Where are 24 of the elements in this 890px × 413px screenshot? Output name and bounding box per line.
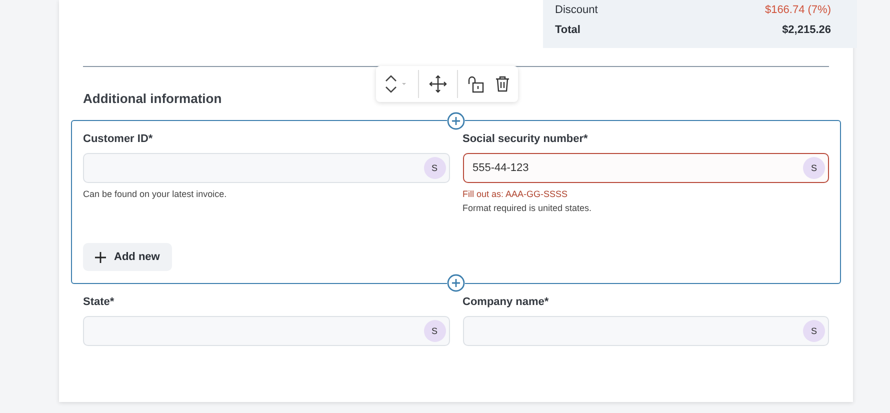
move-icon[interactable]: [429, 75, 447, 93]
add-new-button[interactable]: Add new: [83, 243, 172, 271]
discount-amount: $166.74 (7%): [764, 4, 831, 16]
section-container[interactable]: Customer ID* S Can be found on your latest invoice. Social security number* 555-44-123 S Fill out as: AAA-GG-SSSS Format required is united states. Add new: [71, 120, 841, 284]
input-field[interactable]: [83, 153, 450, 183]
add-icon[interactable]: [447, 112, 465, 130]
reorder-icon[interactable]: [384, 75, 408, 93]
helper-text: Format required is united states.: [462, 203, 593, 213]
field-label: State*: [83, 296, 116, 308]
unlock-icon[interactable]: [468, 76, 485, 92]
plus-icon: [95, 252, 106, 262]
input-field[interactable]: [462, 316, 829, 346]
helper-text: Can be found on your latest invoice.: [83, 189, 228, 199]
field-label: Social security number*: [462, 133, 589, 145]
summary-label: Discount: [555, 4, 598, 16]
total-amount: $2,215.26: [782, 24, 831, 36]
add-icon[interactable]: [447, 274, 465, 292]
error-message: Fill out as: AAA-GG-SSSS: [462, 189, 569, 199]
input-field[interactable]: [83, 316, 450, 346]
field-label: Customer ID*: [83, 133, 154, 145]
section-heading: Additional information: [83, 91, 223, 106]
trash-icon[interactable]: [495, 76, 510, 92]
summary-label: Total: [555, 24, 580, 36]
field-label: Company name*: [462, 296, 550, 308]
